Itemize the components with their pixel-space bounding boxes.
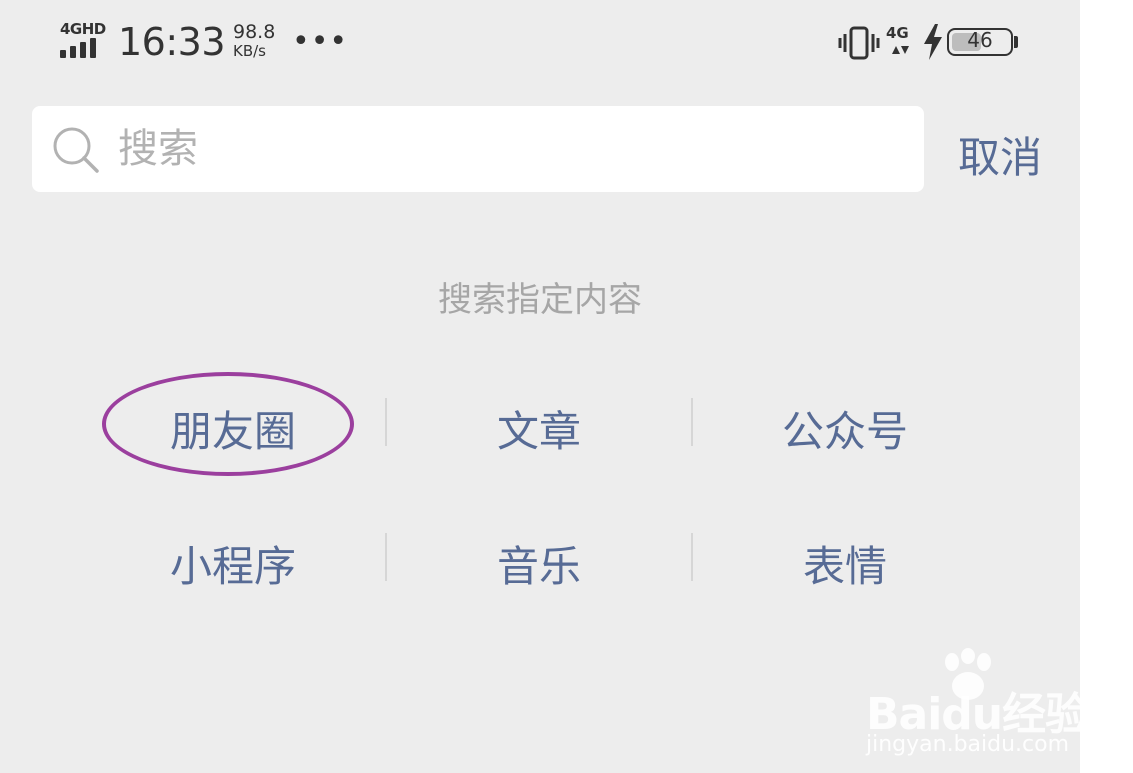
battery-icon: 46 (947, 28, 1013, 56)
search-bar[interactable] (32, 106, 924, 192)
network-speed: 98.8 KB/s (233, 23, 275, 59)
network-speed-unit: KB/s (233, 42, 266, 60)
status-bar: 4GHD 16:33 98.8 KB/s ••• 4G 46 (0, 0, 1080, 88)
vibrate-icon (838, 26, 880, 60)
category-articles[interactable]: 文章 (386, 398, 692, 459)
battery-cap (1014, 36, 1018, 48)
category-official-accounts[interactable]: 公众号 (692, 398, 998, 459)
network-speed-value: 98.8 (233, 21, 276, 43)
category-stickers[interactable]: 表情 (692, 533, 998, 594)
watermark-url: jingyan.baidu.com (866, 732, 1070, 757)
battery-level: 46 (967, 28, 993, 52)
cancel-button[interactable]: 取消 (958, 124, 1042, 185)
signal-strength-icon (60, 36, 104, 58)
search-screen: 4GHD 16:33 98.8 KB/s ••• 4G 46 搜索 取消 搜索指… (0, 0, 1080, 773)
highlight-annotation (102, 372, 354, 476)
data-arrows-icon (892, 46, 909, 54)
clock: 16:33 (118, 20, 226, 64)
more-notifications-icon: ••• (292, 24, 349, 59)
mobile-data-icon: 4G (886, 24, 914, 58)
charging-icon (924, 24, 942, 60)
search-input[interactable] (118, 126, 898, 172)
search-icon (53, 127, 99, 173)
search-hint: 搜索指定内容 (438, 280, 642, 320)
mobile-data-label: 4G (886, 24, 909, 42)
category-music[interactable]: 音乐 (386, 533, 692, 594)
category-mini-programs[interactable]: 小程序 (80, 533, 386, 594)
